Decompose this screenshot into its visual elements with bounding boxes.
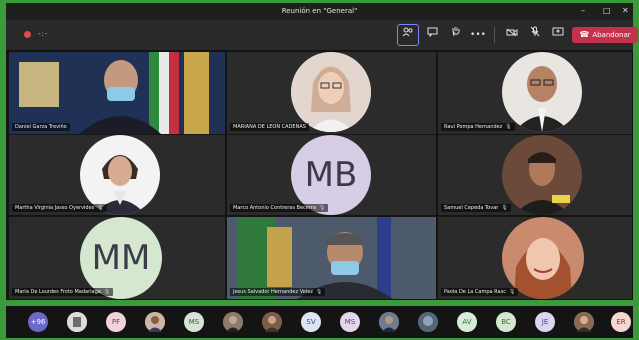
maximize-button[interactable]: □ xyxy=(603,6,611,15)
participant-name: Raul Pompa Hernandez 🎙 xyxy=(441,123,515,131)
participant-tile[interactable]: Daniel Garza Treviño xyxy=(9,52,225,134)
more-actions-button[interactable]: ••• xyxy=(468,26,488,44)
participant-avatar xyxy=(502,52,582,132)
participant-tile[interactable]: Samuel Cepeda Tovar 🎙 xyxy=(438,135,632,215)
hand-icon xyxy=(452,27,460,37)
leave-label: Abandonar xyxy=(592,31,631,39)
participant-photo xyxy=(574,312,594,332)
participant-chip[interactable]: PF xyxy=(106,312,126,332)
gallery-view-button[interactable] xyxy=(397,24,419,46)
participant-photo xyxy=(145,312,165,332)
teams-meeting-window: Reunión en "General" – □ ✕ -:- ••• ☎ Aba… xyxy=(0,0,639,338)
close-button[interactable]: ✕ xyxy=(622,6,629,15)
participant-chip[interactable]: JE xyxy=(535,312,555,332)
recording-indicator-icon xyxy=(24,31,31,38)
participant-tile[interactable]: MARIANA DE LEON CADENAS xyxy=(227,52,436,134)
phone-icon: ☎ xyxy=(579,30,590,39)
participant-avatar xyxy=(291,52,371,132)
participant-avatar xyxy=(502,217,584,299)
participant-photo xyxy=(291,52,371,132)
participant-tile[interactable]: MM Maria De Lourdes Froto Madariaga 🎙 xyxy=(9,217,225,299)
participant-chip[interactable] xyxy=(262,312,282,332)
participant-photo xyxy=(223,312,243,332)
participant-chip[interactable] xyxy=(67,312,87,332)
leave-button[interactable]: ☎ Abandonar xyxy=(572,27,638,43)
meeting-toolbar: -:- ••• ☎ Abandonar xyxy=(6,20,638,50)
participant-chip[interactable]: MS xyxy=(340,312,360,332)
participant-photo xyxy=(80,135,160,215)
participant-tile[interactable]: Paola De La Campa Rasc 🎙 xyxy=(438,217,632,299)
participant-tile[interactable]: Jesus Salvador Hernandez Velez 🎙 xyxy=(227,217,436,299)
participant-chip[interactable] xyxy=(574,312,594,332)
window-title: Reunión en "General" xyxy=(281,7,358,15)
toolbar-divider xyxy=(494,27,495,43)
participant-tile[interactable]: Raul Pompa Hernandez 🎙 xyxy=(438,52,632,134)
participant-video xyxy=(227,217,436,299)
share-screen-button[interactable] xyxy=(548,26,568,44)
mic-off-icon xyxy=(530,26,540,37)
participant-photo xyxy=(502,135,582,215)
people-icon xyxy=(402,27,413,37)
participant-name: Marco Antonio Contreras Becerra 🎙 xyxy=(230,204,329,212)
chat-icon xyxy=(427,27,437,38)
chat-button[interactable] xyxy=(422,26,442,44)
participant-initials-avatar: MB xyxy=(291,135,371,215)
participant-name: Paola De La Campa Rasc 🎙 xyxy=(441,288,519,296)
participant-name: Samuel Cepeda Tovar 🎙 xyxy=(441,204,511,212)
participant-chip[interactable]: MS xyxy=(184,312,204,332)
raise-hand-button[interactable] xyxy=(446,26,466,44)
participant-chip[interactable]: SV xyxy=(301,312,321,332)
participant-chip[interactable] xyxy=(418,312,438,332)
mic-icon: 🎙 xyxy=(508,289,516,295)
mic-icon: 🎙 xyxy=(318,205,326,211)
participant-photo xyxy=(67,312,87,332)
participant-name: MARIANA DE LEON CADENAS xyxy=(230,123,309,131)
participant-chip[interactable] xyxy=(223,312,243,332)
mic-icon: 🎙 xyxy=(103,289,111,295)
participant-avatar xyxy=(80,135,160,215)
mic-toggle-button[interactable] xyxy=(525,26,545,44)
participants-strip: +96 PF MS SV MS AV BC JE ER xyxy=(6,306,633,338)
mic-icon: 🎙 xyxy=(501,205,508,211)
participant-photo xyxy=(502,217,584,299)
participant-name: Jesus Salvador Hernandez Velez 🎙 xyxy=(230,288,326,296)
title-bar: Reunión en "General" – □ ✕ xyxy=(6,3,633,20)
mic-icon: 🎙 xyxy=(505,124,512,130)
participant-photo xyxy=(262,312,282,332)
participant-photo xyxy=(379,312,399,332)
participant-avatar xyxy=(502,135,582,215)
participant-chip[interactable] xyxy=(145,312,165,332)
participant-chip[interactable]: AV xyxy=(457,312,477,332)
participant-photo xyxy=(502,52,582,132)
participant-name: Daniel Garza Treviño xyxy=(12,123,70,131)
camera-off-icon xyxy=(506,28,518,37)
meeting-timer: -:- xyxy=(38,30,49,38)
participant-name: Martha Virginia Jasso Oyervides 🎙 xyxy=(12,204,107,212)
mic-icon: 🎙 xyxy=(97,205,104,211)
video-gallery: Daniel Garza Treviño MARIANA DE LEON CAD… xyxy=(6,50,633,300)
share-tray-icon xyxy=(552,27,564,36)
participant-name: Maria De Lourdes Froto Madariaga 🎙 xyxy=(12,288,114,296)
participant-tile[interactable]: MB Marco Antonio Contreras Becerra 🎙 xyxy=(227,135,436,215)
participant-tile[interactable]: Martha Virginia Jasso Oyervides 🎙 xyxy=(9,135,225,215)
participant-chip[interactable]: BC xyxy=(496,312,516,332)
participant-initials-avatar: MM xyxy=(80,217,162,299)
more-dots-icon: ••• xyxy=(470,30,486,40)
participant-chip[interactable]: ER xyxy=(611,312,631,332)
participant-video xyxy=(9,52,225,134)
mic-icon: 🎙 xyxy=(315,289,323,295)
participant-chip[interactable] xyxy=(379,312,399,332)
camera-toggle-button[interactable] xyxy=(502,26,522,44)
overflow-participants-chip[interactable]: +96 xyxy=(28,312,48,332)
participant-photo xyxy=(418,312,438,332)
minimize-button[interactable]: – xyxy=(581,6,585,15)
